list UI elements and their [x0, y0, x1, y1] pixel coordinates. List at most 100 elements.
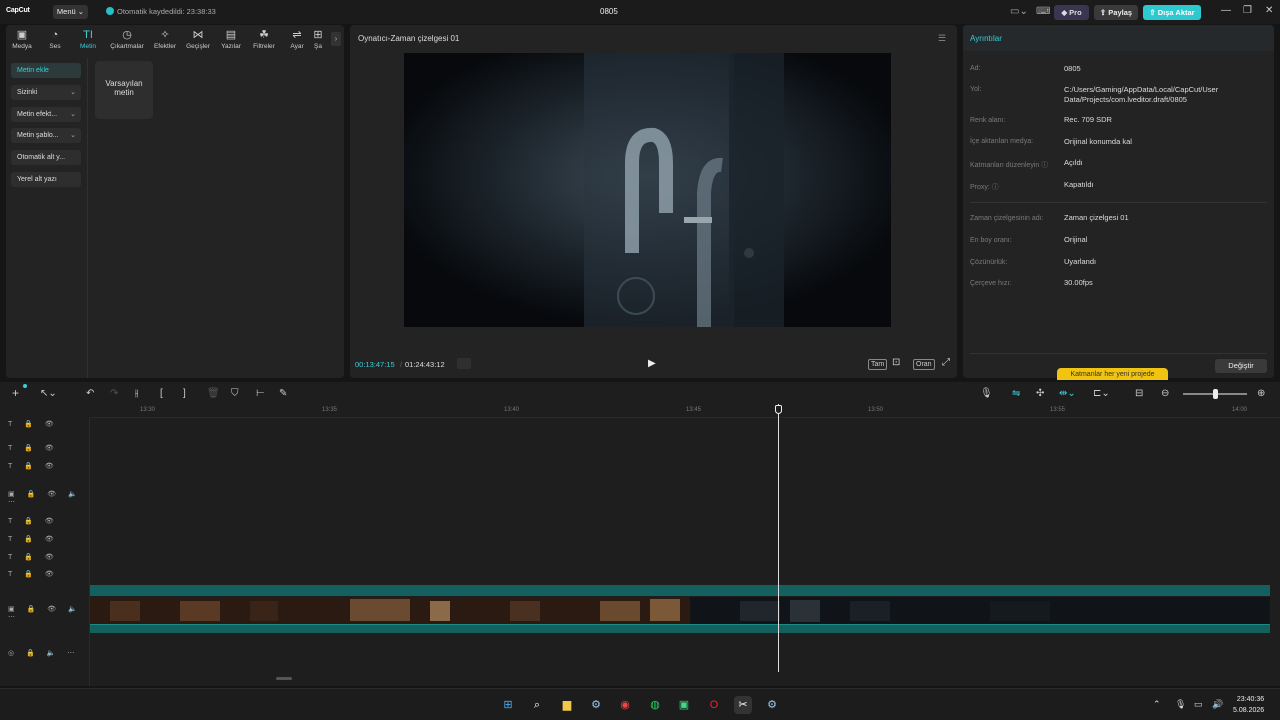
timecode-separator: / [400, 360, 403, 369]
tab-stickers[interactable]: ◷ Çıkartmalar [109, 28, 145, 50]
freeze-icon[interactable]: ⊢ [256, 388, 265, 399]
chevron-down-icon: ⌄ [70, 111, 76, 118]
marker-icon[interactable]: ⛉ [231, 388, 239, 399]
split-icon[interactable]: ⫲ [135, 388, 138, 399]
text-track-header[interactable]: T 🔒 👁 [8, 444, 59, 452]
text-track-header[interactable]: T 🔒 👁 [8, 517, 59, 525]
ratio-button[interactable]: Oran [913, 359, 935, 370]
volume-icon[interactable]: 🔊 [1212, 699, 1223, 710]
tab-text[interactable]: TI Metin [71, 28, 105, 50]
tab-transitions[interactable]: ⋈ Geçişler [181, 28, 215, 50]
minimize-icon[interactable]: — [1221, 5, 1231, 16]
zoom-out-icon[interactable]: ⊖ [1161, 388, 1169, 399]
playhead-handle[interactable] [775, 405, 782, 414]
detail-value: C:/Users/Gaming/AppData/Local/CapCut/Use… [1064, 85, 1219, 104]
link-icon[interactable]: ⇋ [1012, 388, 1020, 399]
sidebar-item-auto-captions[interactable]: Otomatik alt y... [11, 150, 81, 165]
sidebar-item-yours[interactable]: Sizinki ⌄ [11, 85, 81, 100]
capcut-taskbar-icon[interactable]: ✂ [734, 696, 752, 714]
spotify-icon[interactable]: ◍ [646, 696, 664, 714]
opera-icon[interactable]: O [705, 696, 723, 714]
tabs-next-icon[interactable]: › [331, 32, 341, 46]
trim-right-icon[interactable]: ] [183, 388, 186, 399]
delete-icon[interactable]: 🗑 [207, 388, 220, 399]
text-track-header[interactable]: T 🔒 👁 [8, 535, 59, 543]
maximize-icon[interactable]: ❐ [1243, 5, 1252, 16]
microphone-icon[interactable]: 🎙 [980, 388, 993, 399]
pen-icon[interactable]: ✎ [279, 388, 287, 399]
playhead-line[interactable] [778, 404, 779, 672]
tab-label: Ses [49, 43, 61, 50]
select-tool-icon[interactable]: ↖⌄ [40, 388, 57, 399]
search-icon[interactable]: ⌕ [528, 696, 546, 714]
network-icon[interactable]: ▭ [1194, 699, 1203, 710]
ruler-label: 13:45 [686, 407, 702, 413]
divider [970, 202, 1267, 203]
sidebar-item-text-effects[interactable]: Metin efekt... ⌄ [11, 107, 81, 122]
tab-label: Filtreler [253, 43, 275, 50]
sidebar-item-label: Metin şablo... [17, 132, 59, 139]
info-icon: ⓘ [1041, 162, 1049, 169]
text-track-header[interactable]: T 🔒 👁 [8, 553, 59, 561]
detail-key: Ad: [970, 65, 981, 72]
export-button[interactable]: ⇧ Dışa Aktar [1143, 5, 1201, 20]
audio-track-header[interactable]: ◎ 🔒 🔈 ⋯ [8, 649, 79, 657]
layout-icon[interactable]: ▭⌄ [1010, 6, 1028, 17]
player-menu-icon[interactable]: ☰ [938, 33, 946, 44]
audio-waveform-track[interactable] [90, 585, 1270, 596]
fullscreen-icon[interactable]: ⤢ [942, 357, 950, 368]
snapshot-icon[interactable]: ⊡ [892, 357, 900, 368]
text-track-header[interactable]: T 🔒 👁 [8, 420, 59, 428]
time-ruler[interactable]: 13:30 13:35 13:40 13:45 13:50 13:55 14:0… [90, 404, 1280, 418]
tab-audio[interactable]: ◔ Ses [38, 28, 72, 50]
tray-chevron-icon[interactable]: ⌃ [1153, 699, 1161, 710]
zoom-slider-handle[interactable] [1213, 389, 1218, 399]
start-icon[interactable]: ⊞ [499, 696, 517, 714]
main-track-icon[interactable]: ⇹⌄ [1059, 388, 1076, 399]
sidebar-item-text-templates[interactable]: Metin şablo... ⌄ [11, 128, 81, 143]
chevron-down-icon: ⌄ [70, 132, 76, 139]
caption-icon[interactable]: ⊟ [1135, 388, 1143, 399]
tab-filters[interactable]: ☘ Filtreler [247, 28, 281, 50]
tab-effects[interactable]: ✧ Efektler [148, 28, 182, 50]
main-video-clip[interactable] [90, 597, 1270, 624]
audio-icon: ◔ [51, 29, 59, 41]
detail-key: Yol: [970, 86, 982, 93]
sidebar-item-local-captions[interactable]: Yerel alt yazı [11, 172, 81, 187]
modify-button[interactable]: Değiştir [1215, 359, 1267, 373]
audio-track-clip[interactable] [90, 624, 1270, 633]
video-preview[interactable] [404, 53, 891, 327]
play-button[interactable]: ▶ [648, 358, 656, 369]
text-track-header[interactable]: T 🔒 👁 [8, 570, 59, 578]
system-clock[interactable]: 23:40:36 5.08.2026 [1233, 694, 1264, 716]
redo-icon[interactable]: ↷ [110, 388, 118, 399]
zoom-in-icon[interactable]: ⊕ [1257, 388, 1265, 399]
trim-left-icon[interactable]: [ [160, 388, 163, 399]
default-text-card[interactable]: Varsayılan metin [95, 61, 153, 119]
tab-media[interactable]: ▣ Medya [5, 28, 39, 50]
undo-icon[interactable]: ↶ [86, 388, 94, 399]
video-track-header[interactable]: ▣ 🔒 👁 🔈 ⋯ [8, 490, 89, 506]
menu-button[interactable]: Menü ⌄ [53, 5, 88, 19]
mic-tray-icon[interactable]: 🎙 [1175, 699, 1186, 710]
text-track-header[interactable]: T 🔒 👁 [8, 462, 59, 470]
tab-captions[interactable]: ▤ Yazılar [214, 28, 248, 50]
shortcuts-icon[interactable]: ⌨ [1036, 6, 1050, 17]
share-button[interactable]: ⇪ Paylaş [1094, 5, 1138, 20]
preview-axis-icon[interactable]: ⊏⌄ [1093, 388, 1110, 399]
steam-icon[interactable]: ⚙ [587, 696, 605, 714]
steam-alt-icon[interactable]: ⚙ [763, 696, 781, 714]
file-explorer-icon[interactable]: ▆ [558, 696, 576, 714]
add-track-icon[interactable]: + [12, 386, 19, 400]
main-track-header[interactable]: ▣ 🔒 👁 🔈 ⋯ [8, 605, 89, 621]
timecode-format-icon[interactable] [457, 358, 471, 369]
full-quality-button[interactable]: Tam [868, 359, 888, 370]
android-app-icon[interactable]: ▣ [675, 696, 693, 714]
chrome-icon[interactable]: ◉ [616, 696, 634, 714]
pro-button[interactable]: ◆ Pro [1054, 5, 1089, 20]
snap-icon[interactable]: ✣ [1036, 388, 1044, 399]
timeline-scrollbar[interactable] [276, 677, 292, 680]
sidebar-item-add-text[interactable]: Metin ekle [11, 63, 81, 78]
tab-templates[interactable]: ⊞ Şa [306, 28, 330, 50]
close-icon[interactable]: ✕ [1265, 5, 1273, 16]
